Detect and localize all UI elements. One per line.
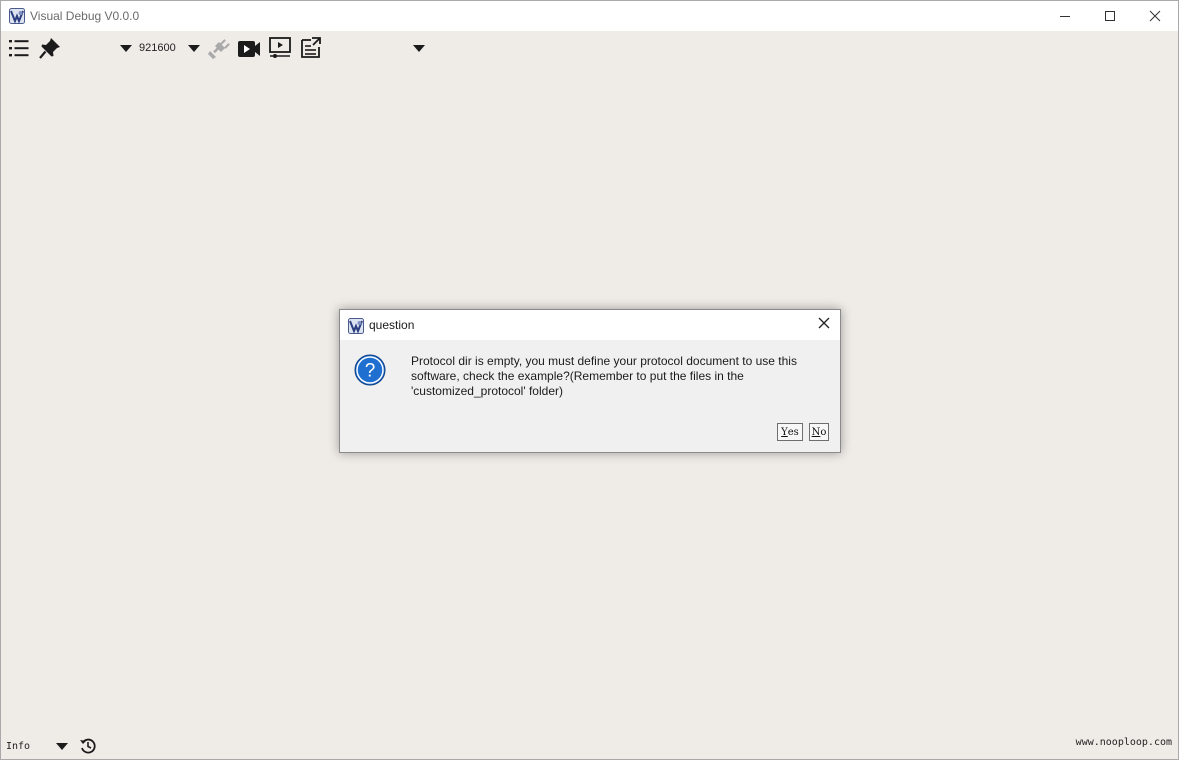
app-logo-icon <box>9 8 25 24</box>
yes-accelerator: Y <box>781 426 788 438</box>
svg-text:?: ? <box>365 361 376 382</box>
main-window: Visual Debug V0.0.0 921600 question ? Pr… <box>0 0 1179 760</box>
no-button[interactable]: No <box>809 423 829 441</box>
maximize-button[interactable] <box>1087 1 1133 31</box>
playback-screen-icon[interactable] <box>268 36 292 60</box>
no-accelerator: N <box>811 426 821 438</box>
log-level-dropdown-icon[interactable] <box>55 740 69 752</box>
minimize-icon <box>1059 10 1071 22</box>
close-button[interactable] <box>1132 1 1178 31</box>
app-logo-icon <box>348 318 364 334</box>
port-dropdown-icon[interactable] <box>119 42 133 54</box>
toolbar <box>1 32 1178 66</box>
dialog-title-bar: question <box>340 310 840 340</box>
window-title: Visual Debug V0.0.0 <box>30 9 140 23</box>
baud-dropdown-icon[interactable] <box>187 42 201 54</box>
connect-plug-icon[interactable] <box>206 37 230 61</box>
minimize-button[interactable] <box>1042 1 1088 31</box>
dialog-title: question <box>369 318 415 332</box>
yes-label: es <box>787 426 799 438</box>
menu-list-icon[interactable] <box>8 37 30 59</box>
export-icon[interactable] <box>299 36 323 60</box>
question-icon: ? <box>354 354 386 386</box>
dialog-message: Protocol dir is empty, you must define y… <box>411 354 797 398</box>
record-video-icon[interactable] <box>237 37 261 61</box>
maximize-icon <box>1104 10 1116 22</box>
close-icon <box>1149 10 1161 22</box>
website-link[interactable]: www.nooploop.com <box>1076 737 1172 748</box>
history-icon[interactable] <box>79 737 97 755</box>
log-level-select[interactable]: Info <box>6 741 30 752</box>
more-dropdown-icon[interactable] <box>412 42 426 54</box>
baud-rate-select[interactable]: 921600 <box>139 42 176 54</box>
question-dialog: question ? Protocol dir is empty, you mu… <box>339 309 841 453</box>
close-icon <box>818 316 830 334</box>
dialog-close-button[interactable] <box>814 315 834 335</box>
pin-icon[interactable] <box>39 37 61 59</box>
title-bar: Visual Debug V0.0.0 <box>1 1 1178 31</box>
yes-button[interactable]: Yes <box>777 423 803 441</box>
no-label: o <box>820 426 827 438</box>
